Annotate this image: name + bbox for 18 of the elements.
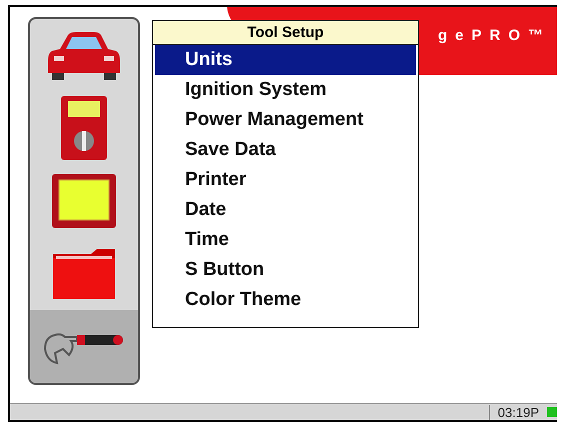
menu-item[interactable]: S Button: [155, 255, 416, 285]
multimeter-icon: [60, 95, 108, 162]
menu-item[interactable]: Color Theme: [155, 285, 416, 315]
clock-time: 03:19P: [488, 404, 539, 420]
sidebar-item[interactable]: [30, 310, 138, 383]
menu-item[interactable]: Printer: [155, 165, 416, 195]
menu-item[interactable]: Date: [155, 195, 416, 225]
folder-icon: [51, 248, 117, 300]
menu-item[interactable]: Power Management: [155, 105, 416, 135]
menu-item[interactable]: Units: [155, 45, 416, 75]
menu-item[interactable]: Ignition System: [155, 75, 416, 105]
menu-item[interactable]: Time: [155, 225, 416, 255]
brand-text: gePRO™: [438, 27, 551, 44]
menu-item[interactable]: Save Data: [155, 135, 416, 165]
menu-title: Tool Setup: [153, 21, 418, 45]
battery-icon: [547, 407, 557, 417]
scope-screen-icon: [51, 172, 117, 229]
car-icon: [46, 29, 122, 82]
